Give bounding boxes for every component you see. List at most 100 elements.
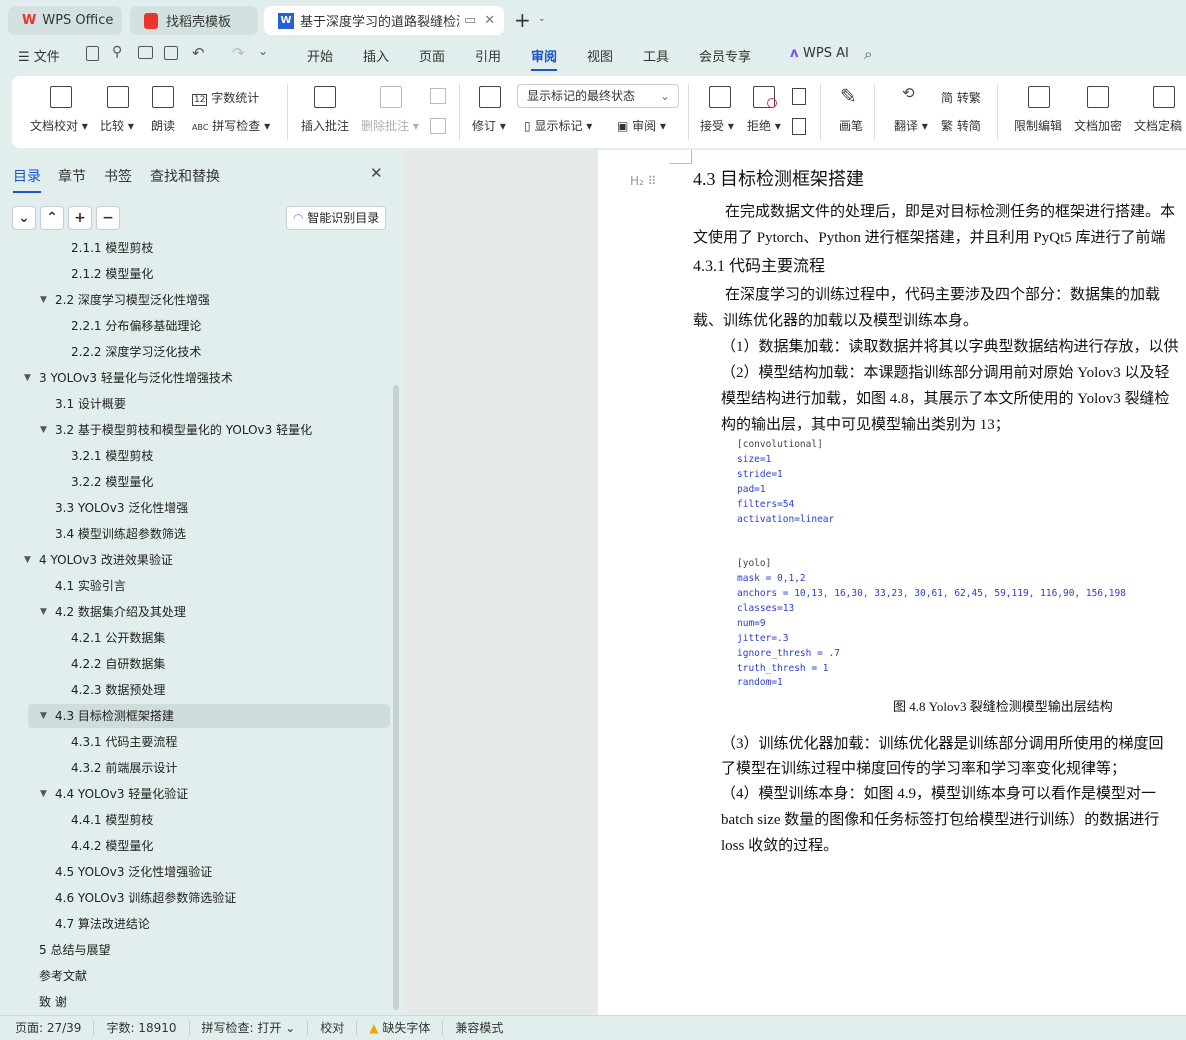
search-icon[interactable]: ⌕ (864, 45, 872, 63)
toc-item[interactable]: ▼ 4.4 YOLOv3 轻量化验证 (28, 782, 390, 806)
toc-item[interactable]: 4.6 YOLOv3 训练超参数筛选验证 (28, 886, 390, 910)
finalize-button[interactable]: 文档定稿 (1134, 117, 1182, 134)
menu-view[interactable]: 视图 (587, 46, 613, 65)
expand-arrow-icon[interactable]: ▼ (40, 782, 47, 806)
revise-button[interactable]: 修订 ▾ (472, 117, 506, 134)
monitor-icon[interactable]: ▭ (464, 13, 476, 28)
toc-item[interactable]: ▼ 2.2 深度学习模型泛化性增强 (28, 288, 390, 312)
heading-marker-icon[interactable]: H₂ ⠿ (630, 174, 656, 188)
markup-state-select[interactable]: 显示标记的最终状态 ⌄ (517, 84, 679, 108)
more-chevron-icon[interactable]: ⌄ (258, 44, 268, 58)
toc-item[interactable]: ▼ 4 YOLOv3 改进效果验证 (24, 548, 390, 572)
save-icon[interactable] (86, 46, 99, 61)
panel-tab-find-replace[interactable]: 查找和替换 (150, 166, 220, 186)
toc-item[interactable]: 3.4 模型训练超参数筛选 (28, 522, 390, 546)
to-simplified-button[interactable]: 繁 转简 (941, 117, 981, 134)
toc-item[interactable]: 4.3.1 代码主要流程 (28, 730, 390, 754)
reject-button[interactable]: 拒绝 ▾ (747, 117, 781, 134)
chevron-down-icon[interactable]: ⌄ (538, 14, 546, 24)
add-level-button[interactable]: + (68, 206, 92, 230)
toc-item[interactable]: 2.2.1 分布偏移基础理论 (28, 314, 390, 338)
toc-item[interactable]: 3.1 设计概要 (28, 392, 390, 416)
toc-item[interactable]: 4.2.3 数据预处理 (28, 678, 390, 702)
close-panel-icon[interactable]: ✕ (370, 164, 383, 182)
next-change-icon[interactable] (792, 118, 806, 135)
wps-ai-button[interactable]: ʌ WPS AI (790, 46, 849, 61)
proofread-status[interactable]: 校对 (308, 1021, 358, 1035)
toc-item[interactable]: 参考文献 (28, 964, 390, 988)
toc-item[interactable]: 4.4.2 模型量化 (28, 834, 390, 858)
toc-item[interactable]: 3.3 YOLOv3 泛化性增强 (28, 496, 390, 520)
toc-item[interactable]: 4.2.2 自研数据集 (28, 652, 390, 676)
print-icon[interactable] (138, 46, 153, 59)
expand-arrow-icon[interactable]: ▼ (24, 366, 31, 390)
tab-wps-office[interactable]: W WPS Office (8, 6, 122, 35)
expand-arrow-icon[interactable]: ▼ (40, 704, 47, 728)
close-icon[interactable]: ✕ (484, 13, 495, 28)
toc-item[interactable]: 5 总结与展望 (28, 938, 390, 962)
spell-check-button[interactable]: ABC 拼写检查 ▾ (192, 117, 270, 134)
file-menu[interactable]: ☰ 文件 (18, 46, 60, 65)
collapse-up-button[interactable]: ⌃ (40, 206, 64, 230)
show-markup-button[interactable]: ▯ 显示标记 ▾ (524, 117, 592, 134)
menu-member[interactable]: 会员专享 (699, 46, 751, 65)
toc-item[interactable]: 4.4.1 模型剪枝 (28, 808, 390, 832)
review-pane-button[interactable]: ▣ 审阅 ▾ (617, 117, 666, 134)
page-indicator[interactable]: 页面: 27/39 (0, 1021, 95, 1035)
toc-item[interactable]: 2.1.1 模型剪枝 (28, 240, 390, 260)
encrypt-button[interactable]: 文档加密 (1074, 117, 1122, 134)
accept-button[interactable]: 接受 ▾ (700, 117, 734, 134)
print-preview-icon[interactable] (164, 46, 178, 60)
prev-comment-icon[interactable] (430, 88, 446, 104)
toc-item[interactable]: 4.2.1 公开数据集 (28, 626, 390, 650)
redo-icon[interactable]: ↷ (232, 44, 245, 62)
document-page[interactable]: H₂ ⠿ 4.3 目标检测框架搭建 在完成数据文件的处理后，即是对目标检测任务的… (598, 150, 1186, 1015)
toc-item[interactable]: ▼ 3 YOLOv3 轻量化与泛化性增强技术 (24, 366, 390, 390)
delete-comment-button[interactable]: 删除批注 ▾ (361, 117, 419, 134)
menu-start[interactable]: 开始 (307, 46, 333, 65)
menu-page[interactable]: 页面 (419, 46, 445, 65)
word-count[interactable]: 字数: 18910 (94, 1021, 190, 1035)
missing-font-status[interactable]: ▲ 缺失字体 (357, 1021, 444, 1035)
new-tab-button[interactable]: + (514, 8, 531, 32)
menu-references[interactable]: 引用 (475, 46, 501, 65)
remove-level-button[interactable]: − (96, 206, 120, 230)
toc-item[interactable]: 4.5 YOLOv3 泛化性增强验证 (28, 860, 390, 884)
expand-arrow-icon[interactable]: ▼ (40, 288, 47, 312)
menu-tools[interactable]: 工具 (643, 46, 669, 65)
read-aloud-button[interactable]: 朗读 (151, 117, 175, 134)
share-icon[interactable]: ⚲ (112, 44, 122, 60)
toc-item[interactable]: ▼ 4.3 目标检测框架搭建 (28, 704, 390, 728)
word-count-button[interactable]: 12 字数统计 (192, 89, 259, 106)
expand-arrow-icon[interactable]: ▼ (40, 600, 47, 624)
toc-item[interactable]: 3.2.2 模型量化 (28, 470, 390, 494)
insert-comment-button[interactable]: 插入批注 (301, 117, 349, 134)
next-comment-icon[interactable] (430, 118, 446, 134)
compare-button[interactable]: 比较 ▾ (100, 117, 134, 134)
expand-arrow-icon[interactable]: ▼ (24, 548, 31, 572)
toc-item[interactable]: 致 谢 (28, 990, 390, 1014)
toc-item[interactable]: 3.2.1 模型剪枝 (28, 444, 390, 468)
translate-button[interactable]: 翻译 ▾ (894, 117, 928, 134)
toc-scrollbar[interactable] (393, 385, 399, 1010)
expand-arrow-icon[interactable]: ▼ (40, 418, 47, 442)
menu-insert[interactable]: 插入 (363, 46, 389, 65)
expand-down-button[interactable]: ⌄ (12, 206, 36, 230)
toc-item[interactable]: ▼ 4.2 数据集介绍及其处理 (28, 600, 390, 624)
spell-check-status[interactable]: 拼写检查: 打开 ⌄ (190, 1021, 309, 1035)
panel-tab-toc[interactable]: 目录 (13, 166, 41, 193)
smart-toc-button[interactable]: ◠ 智能识别目录 (286, 206, 387, 230)
proofread-button[interactable]: 文档校对 ▾ (30, 117, 88, 134)
toc-item[interactable]: 4.1 实验引言 (28, 574, 390, 598)
tab-document[interactable]: W 基于深度学习的道路裂缝检测 ▭ ✕ (264, 6, 504, 35)
tab-docer[interactable]: 找稻壳模板 (130, 6, 258, 35)
undo-icon[interactable]: ↶ (192, 44, 205, 62)
panel-tab-bookmarks[interactable]: 书签 (104, 166, 132, 186)
prev-change-icon[interactable] (792, 88, 806, 105)
toc-item[interactable]: 2.2.2 深度学习泛化技术 (28, 340, 390, 364)
toc-item[interactable]: 4.7 算法改进结论 (28, 912, 390, 936)
restrict-edit-button[interactable]: 限制编辑 (1014, 117, 1062, 134)
toc-item[interactable]: ▼ 3.2 基于模型剪枝和模型量化的 YOLOv3 轻量化 (28, 418, 390, 442)
panel-tab-sections[interactable]: 章节 (58, 166, 86, 186)
pen-button[interactable]: 画笔 (839, 117, 863, 134)
